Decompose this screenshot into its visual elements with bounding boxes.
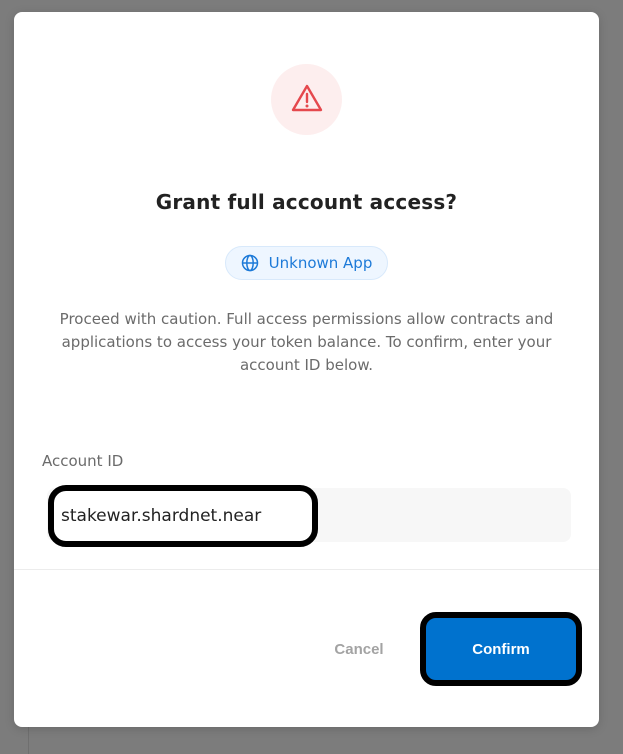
app-badge: Unknown App <box>225 246 388 280</box>
account-id-input[interactable]: stakewar.shardnet.near <box>48 485 318 547</box>
confirm-button[interactable]: Confirm <box>472 641 530 658</box>
app-badge-label: Unknown App <box>268 254 373 272</box>
footer-divider <box>14 569 599 570</box>
account-id-value: stakewar.shardnet.near <box>61 506 262 526</box>
cancel-button[interactable]: Cancel <box>314 632 404 666</box>
grant-access-dialog: Grant full account access? Unknown App P… <box>14 12 599 727</box>
warning-triangle-icon <box>291 84 323 116</box>
dialog-description: Proceed with caution. Full access permis… <box>59 310 554 374</box>
dialog-title: Grant full account access? <box>155 190 458 214</box>
confirm-button-frame[interactable]: Confirm <box>420 612 582 686</box>
warning-badge <box>271 64 342 135</box>
globe-icon <box>241 254 259 272</box>
account-id-label: Account ID <box>42 452 124 470</box>
